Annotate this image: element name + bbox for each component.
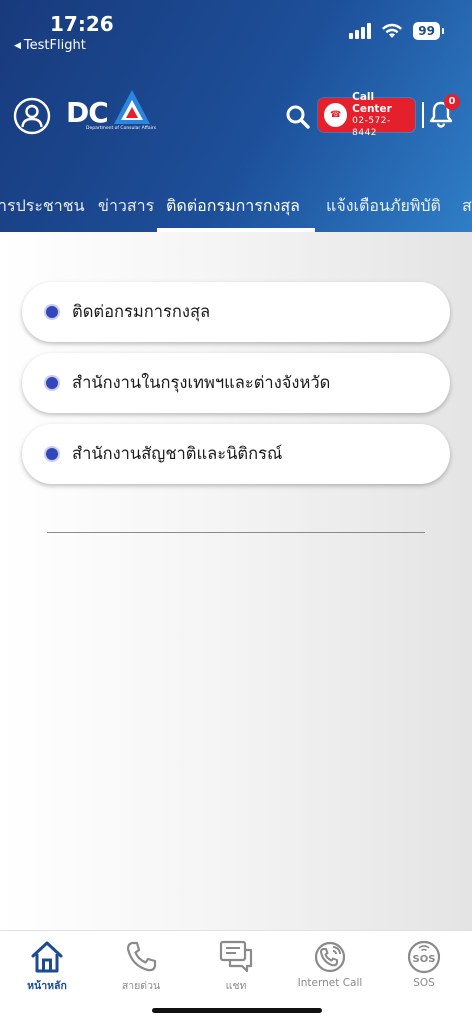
main-content: ติดต่อกรมการกงสุล สำนักงานในกรุงเทพฯและต…: [0, 232, 472, 930]
chat-icon: [219, 940, 253, 973]
status-time: 17:26: [50, 12, 114, 36]
menu-item-label: ติดต่อกรมการกงสุล: [72, 302, 211, 321]
logo-text: DC: [66, 96, 109, 129]
status-bar: 17:26 ◀ TestFlight 99: [0, 0, 472, 60]
nav-internet-call-label: Internet Call: [297, 977, 363, 989]
logo-subtitle: Department of Consular Affairs: [86, 126, 157, 131]
tab-next[interactable]: ส: [462, 194, 472, 219]
profile-icon[interactable]: [13, 97, 51, 135]
logo-triangle-icon: [114, 90, 150, 124]
status-icons: 99: [349, 22, 444, 40]
sos-icon: SOS: [407, 940, 441, 974]
call-center-logo-icon: ☎: [324, 103, 348, 127]
app-header: 17:26 ◀ TestFlight 99 DC Department of C…: [0, 0, 472, 232]
tab-disaster-alerts[interactable]: แจ้งเตือนภัยพิบัติ: [326, 194, 441, 219]
home-icon: [31, 941, 63, 973]
notification-badge: 0: [444, 94, 460, 110]
nav-chat-label: แชท: [225, 980, 247, 992]
bullet-icon: [46, 448, 58, 460]
call-center-button[interactable]: ☎ Call Center 02-572-8442: [318, 91, 415, 138]
home-indicator: [152, 1008, 322, 1013]
category-tabs: ารประชาชน ข่าวสาร ติดต่อกรมการกงสุล แจ้ง…: [0, 188, 472, 232]
bullet-icon: [46, 377, 58, 389]
nav-sos[interactable]: SOS SOS: [379, 939, 469, 989]
menu-item-contact-dca[interactable]: ติดต่อกรมการกงสุล: [22, 282, 450, 342]
back-to-testflight[interactable]: ◀ TestFlight: [14, 38, 86, 53]
nav-hotline-label: สายด่วน: [121, 980, 161, 992]
nav-home[interactable]: หน้าหลัก: [2, 939, 92, 994]
wifi-icon: [382, 23, 403, 38]
tab-contact-dca[interactable]: ติดต่อกรมการกงสุล: [166, 194, 300, 219]
header-divider: [422, 102, 424, 128]
menu-item-nationality-office[interactable]: สำนักงานสัญชาติและนิติกรณ์: [22, 424, 450, 484]
back-app-label: TestFlight: [23, 38, 86, 53]
bullet-icon: [46, 306, 58, 318]
nav-internet-call[interactable]: Internet Call: [285, 939, 375, 989]
nav-sos-label: SOS: [413, 977, 435, 989]
menu-item-offices[interactable]: สำนักงานในกรุงเทพฯและต่างจังหวัด: [22, 353, 450, 413]
internet-call-icon: [314, 941, 346, 973]
phone-icon: [126, 941, 157, 972]
tab-news[interactable]: ข่าวสาร: [98, 194, 154, 219]
menu-item-label: สำนักงานสัญชาติและนิติกรณ์: [72, 444, 283, 463]
svg-text:SOS: SOS: [413, 954, 436, 965]
back-triangle-icon: ◀: [14, 40, 21, 51]
content-divider: [47, 532, 425, 533]
battery-indicator: 99: [413, 22, 444, 40]
cellular-signal-icon: [349, 23, 372, 39]
call-center-title: Call Center: [352, 91, 392, 115]
call-center-phone: 02-572-8442: [352, 116, 391, 138]
search-icon[interactable]: [285, 104, 311, 130]
nav-hotline[interactable]: สายด่วน: [96, 939, 186, 994]
app-bar: DC Department of Consular Affairs ☎ Call…: [0, 88, 472, 144]
tab-public-services[interactable]: ารประชาชน: [0, 194, 85, 219]
menu-item-label: สำนักงานในกรุงเทพฯและต่างจังหวัด: [72, 373, 331, 392]
nav-chat[interactable]: แชท: [191, 939, 281, 994]
nav-home-label: หน้าหลัก: [27, 980, 67, 992]
